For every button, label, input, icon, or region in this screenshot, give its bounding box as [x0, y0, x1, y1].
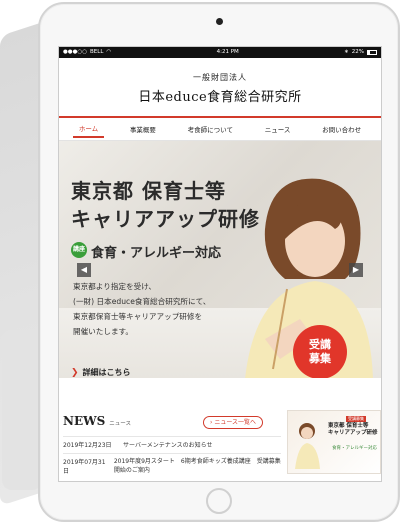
battery-icon	[367, 50, 377, 55]
nav-news[interactable]: ニュース	[259, 121, 297, 137]
nav-home[interactable]: ホーム	[72, 120, 105, 138]
news-list-button[interactable]: › ニュース一覧へ	[203, 416, 264, 429]
nav-business[interactable]: 事業概要	[124, 121, 162, 137]
nav-about[interactable]: 考食師について	[182, 121, 239, 137]
news-section: NEWS ニュース › ニュース一覧へ 2019年12月23日 サーバーメンテナ…	[59, 408, 381, 481]
news-item[interactable]: 2019年07月31日 2019年度9月スタート 6期考食師キッズ養成講座 受講…	[63, 453, 281, 475]
device-shadow-lower	[2, 330, 42, 490]
site-header: 一般財団法人 日本educe食育総合研究所	[59, 58, 381, 118]
site-logo[interactable]: 日本educe食育総合研究所	[59, 86, 381, 105]
hero-title: 東京都 保育士等 キャリアアップ研修	[71, 179, 260, 231]
banner-subtitle: 食育・アレルギー対応	[332, 446, 377, 451]
banner-title: 東京都 保育士等 キャリアアップ研修	[328, 423, 378, 436]
camera-icon	[216, 18, 223, 25]
slider-next-button[interactable]: ▶	[349, 263, 363, 277]
news-item[interactable]: 2019年12月23日 サーバーメンテナンスのお知らせ	[63, 436, 281, 449]
banner-tag: 受講募集	[346, 416, 366, 422]
status-time: 4:21 PM	[216, 49, 239, 55]
news-title: 2019年度9月スタート 6期考食師キッズ養成講座 受講募集開始のご案内	[113, 458, 281, 474]
home-button[interactable]	[206, 488, 232, 514]
bluetooth-icon: ∗	[344, 49, 349, 55]
slider-prev-button[interactable]: ◀	[77, 263, 91, 277]
wifi-icon: ◠	[106, 49, 112, 55]
carrier-label: BELL	[90, 49, 104, 55]
hero-description: 東京都より指定を受け、 (一財) 日本educe食育総合研究所にて、 東京都保育…	[73, 282, 211, 336]
nav-contact[interactable]: お問い合わせ	[316, 121, 367, 137]
tablet-screen: ●●●○○ BELL ◠ 4:21 PM ∗ 22% 一般財団法人 日本educ…	[58, 46, 382, 482]
hero-subtitle: 食育・アレルギー対応	[91, 246, 222, 261]
news-heading: NEWS ニュース	[63, 414, 131, 428]
status-bar: ●●●○○ BELL ◠ 4:21 PM ∗ 22%	[59, 47, 381, 58]
hero-slider: 東京都 保育士等 キャリアアップ研修 講座 食育・アレルギー対応 ◀ ▶ 東京都…	[59, 141, 381, 378]
news-date: 2019年12月23日	[63, 442, 112, 449]
battery-percent: 22%	[351, 49, 364, 55]
chevron-right-icon: ❯	[71, 368, 79, 378]
detail-link[interactable]: ❯ 詳細はこちら	[71, 367, 131, 378]
main-nav: ホーム 事業概要 考食師について ニュース お問い合わせ	[59, 118, 381, 141]
banner-person-image	[295, 423, 320, 469]
news-title: サーバーメンテナンスのお知らせ	[123, 442, 213, 449]
chevron-right-icon: ›	[210, 419, 213, 426]
org-type-label: 一般財団法人	[193, 73, 247, 82]
tablet-frame: ●●●○○ BELL ◠ 4:21 PM ∗ 22% 一般財団法人 日本educ…	[38, 2, 400, 522]
side-banner[interactable]: 受講募集 東京都 保育士等 キャリアアップ研修 食育・アレルギー対応	[287, 410, 381, 474]
enrollment-badge: 受講 募集	[295, 327, 345, 377]
course-tag: 講座	[71, 242, 87, 258]
news-date: 2019年07月31日	[63, 459, 106, 475]
signal-icon: ●●●○○	[63, 49, 87, 55]
